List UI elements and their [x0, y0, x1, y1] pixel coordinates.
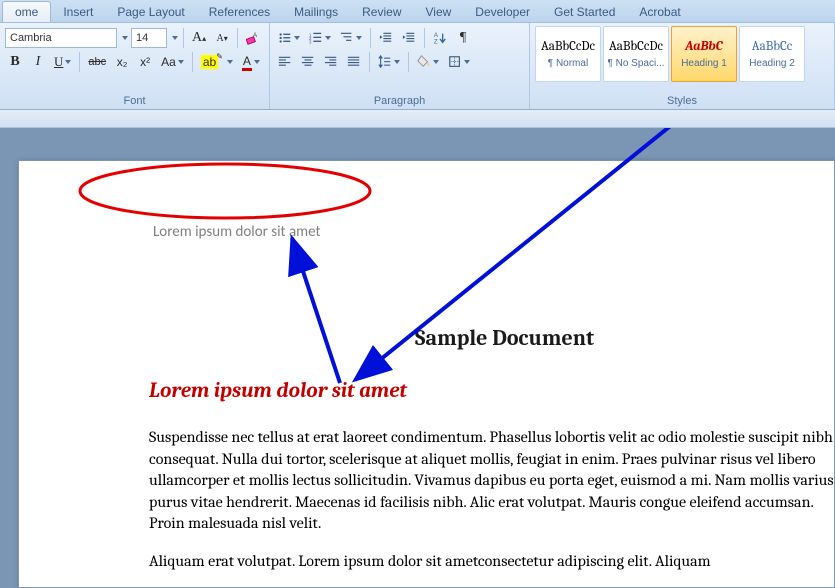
justify-button[interactable] — [344, 52, 364, 72]
document-title[interactable]: Sample Document — [149, 325, 834, 351]
bullets-icon — [278, 31, 292, 45]
chevron-down-icon — [178, 60, 184, 64]
style-sample: AaBbC — [685, 39, 722, 54]
ribbon: A▴ A▾ A B I U abc x₂ x² Aa ab✎ A Fo — [0, 22, 835, 110]
style-sample: AaBbCcDc — [609, 39, 663, 54]
ribbon-tabs: ome Insert Page Layout References Mailin… — [0, 0, 835, 22]
align-right-icon — [324, 55, 338, 69]
group-label: Paragraph — [275, 95, 524, 109]
align-right-button[interactable] — [321, 52, 341, 72]
group-styles: AaBbCcDc¶ NormalAaBbCcDc¶ No Spaci...AaB… — [530, 23, 835, 109]
highlight-button[interactable]: ab✎ — [198, 52, 236, 72]
chevron-down-icon — [227, 60, 233, 64]
workspace: Lorem ipsum dolor sit amet Sample Docume… — [0, 128, 835, 588]
outdent-icon — [379, 31, 393, 45]
sort-icon: AZ — [433, 31, 447, 45]
group-font: A▴ A▾ A B I U abc x₂ x² Aa ab✎ A Fo — [0, 23, 270, 109]
numbering-button[interactable]: 123 — [306, 28, 334, 48]
bold-button[interactable]: B — [5, 52, 25, 72]
strikethrough-button[interactable]: abc — [85, 52, 109, 72]
increase-indent-button[interactable] — [399, 28, 419, 48]
chevron-down-icon — [433, 60, 439, 64]
tab-page-layout[interactable]: Page Layout — [105, 2, 196, 22]
chevron-down-icon[interactable] — [122, 36, 128, 40]
style-sample: AaBbCc — [752, 39, 792, 54]
style-name: ¶ No Spaci... — [607, 58, 664, 69]
font-color-button[interactable]: A — [239, 52, 263, 72]
chevron-down-icon — [65, 60, 71, 64]
svg-text:Z: Z — [434, 38, 438, 45]
eraser-icon: A — [246, 31, 260, 45]
chevron-down-icon — [254, 60, 260, 64]
indent-icon — [402, 31, 416, 45]
style-tile--no-spaci-[interactable]: AaBbCcDc ¶ No Spaci... — [603, 26, 669, 82]
style-tile--normal[interactable]: AaBbCcDc ¶ Normal — [535, 26, 601, 82]
style-name: ¶ Normal — [548, 58, 588, 69]
svg-text:A: A — [253, 32, 258, 39]
shrink-font-button[interactable]: A▾ — [212, 28, 232, 48]
tab-insert[interactable]: Insert — [51, 2, 105, 22]
group-label: Font — [5, 95, 264, 109]
clear-formatting-button[interactable]: A — [243, 28, 263, 48]
italic-button[interactable]: I — [28, 52, 48, 72]
style-tile-heading-1[interactable]: AaBbC Heading 1 — [671, 26, 737, 82]
superscript-button[interactable]: x² — [135, 52, 155, 72]
document-paragraph[interactable]: Aliquam erat volutpat. Lorem ipsum dolor… — [149, 551, 835, 573]
style-sample: AaBbCcDc — [541, 39, 595, 54]
style-name: Heading 1 — [681, 58, 727, 69]
borders-icon — [448, 55, 462, 69]
line-spacing-icon — [378, 55, 392, 69]
ruler — [0, 110, 835, 128]
chevron-down-icon — [294, 36, 300, 40]
style-name: Heading 2 — [749, 58, 795, 69]
document-heading-1[interactable]: Lorem ipsum dolor sit amet — [149, 379, 834, 403]
numbering-icon: 123 — [309, 31, 323, 45]
svg-text:3: 3 — [309, 39, 312, 44]
line-spacing-button[interactable] — [375, 52, 403, 72]
align-left-button[interactable] — [275, 52, 295, 72]
document-header[interactable]: Lorem ipsum dolor sit amet — [153, 223, 321, 241]
chevron-down-icon — [464, 60, 470, 64]
chevron-down-icon — [356, 36, 362, 40]
multilevel-icon — [340, 31, 354, 45]
tab-home[interactable]: ome — [2, 1, 51, 22]
bullets-button[interactable] — [275, 28, 303, 48]
multilevel-list-button[interactable] — [337, 28, 365, 48]
tab-references[interactable]: References — [197, 2, 282, 22]
change-case-button[interactable]: Aa — [158, 52, 187, 72]
tab-developer[interactable]: Developer — [463, 2, 542, 22]
tab-acrobat[interactable]: Acrobat — [627, 2, 692, 22]
chevron-down-icon — [325, 36, 331, 40]
font-name-combo[interactable] — [5, 28, 117, 48]
decrease-indent-button[interactable] — [376, 28, 396, 48]
tab-view[interactable]: View — [414, 2, 464, 22]
font-size-combo[interactable] — [131, 28, 167, 48]
shading-button[interactable] — [414, 52, 442, 72]
tab-review[interactable]: Review — [350, 2, 413, 22]
chevron-down-icon[interactable] — [172, 36, 178, 40]
tab-mailings[interactable]: Mailings — [282, 2, 350, 22]
align-left-icon — [278, 55, 292, 69]
align-center-button[interactable] — [298, 52, 318, 72]
borders-button[interactable] — [445, 52, 473, 72]
subscript-button[interactable]: x₂ — [112, 52, 132, 72]
show-hide-button[interactable]: ¶ — [453, 28, 473, 48]
grow-font-button[interactable]: A▴ — [189, 28, 209, 48]
group-label: Styles — [535, 95, 829, 109]
align-center-icon — [301, 55, 315, 69]
sort-button[interactable]: AZ — [430, 28, 450, 48]
justify-icon — [347, 55, 361, 69]
document-page[interactable]: Lorem ipsum dolor sit amet Sample Docume… — [18, 160, 835, 588]
group-paragraph: 123 AZ ¶ — [270, 23, 530, 109]
style-tile-heading-2[interactable]: AaBbCc Heading 2 — [739, 26, 805, 82]
underline-button[interactable]: U — [51, 52, 74, 72]
paint-bucket-icon — [417, 54, 431, 71]
tab-get-started[interactable]: Get Started — [542, 2, 627, 22]
document-paragraph[interactable]: Suspendisse nec tellus at erat laoreet c… — [149, 427, 835, 535]
chevron-down-icon — [394, 60, 400, 64]
